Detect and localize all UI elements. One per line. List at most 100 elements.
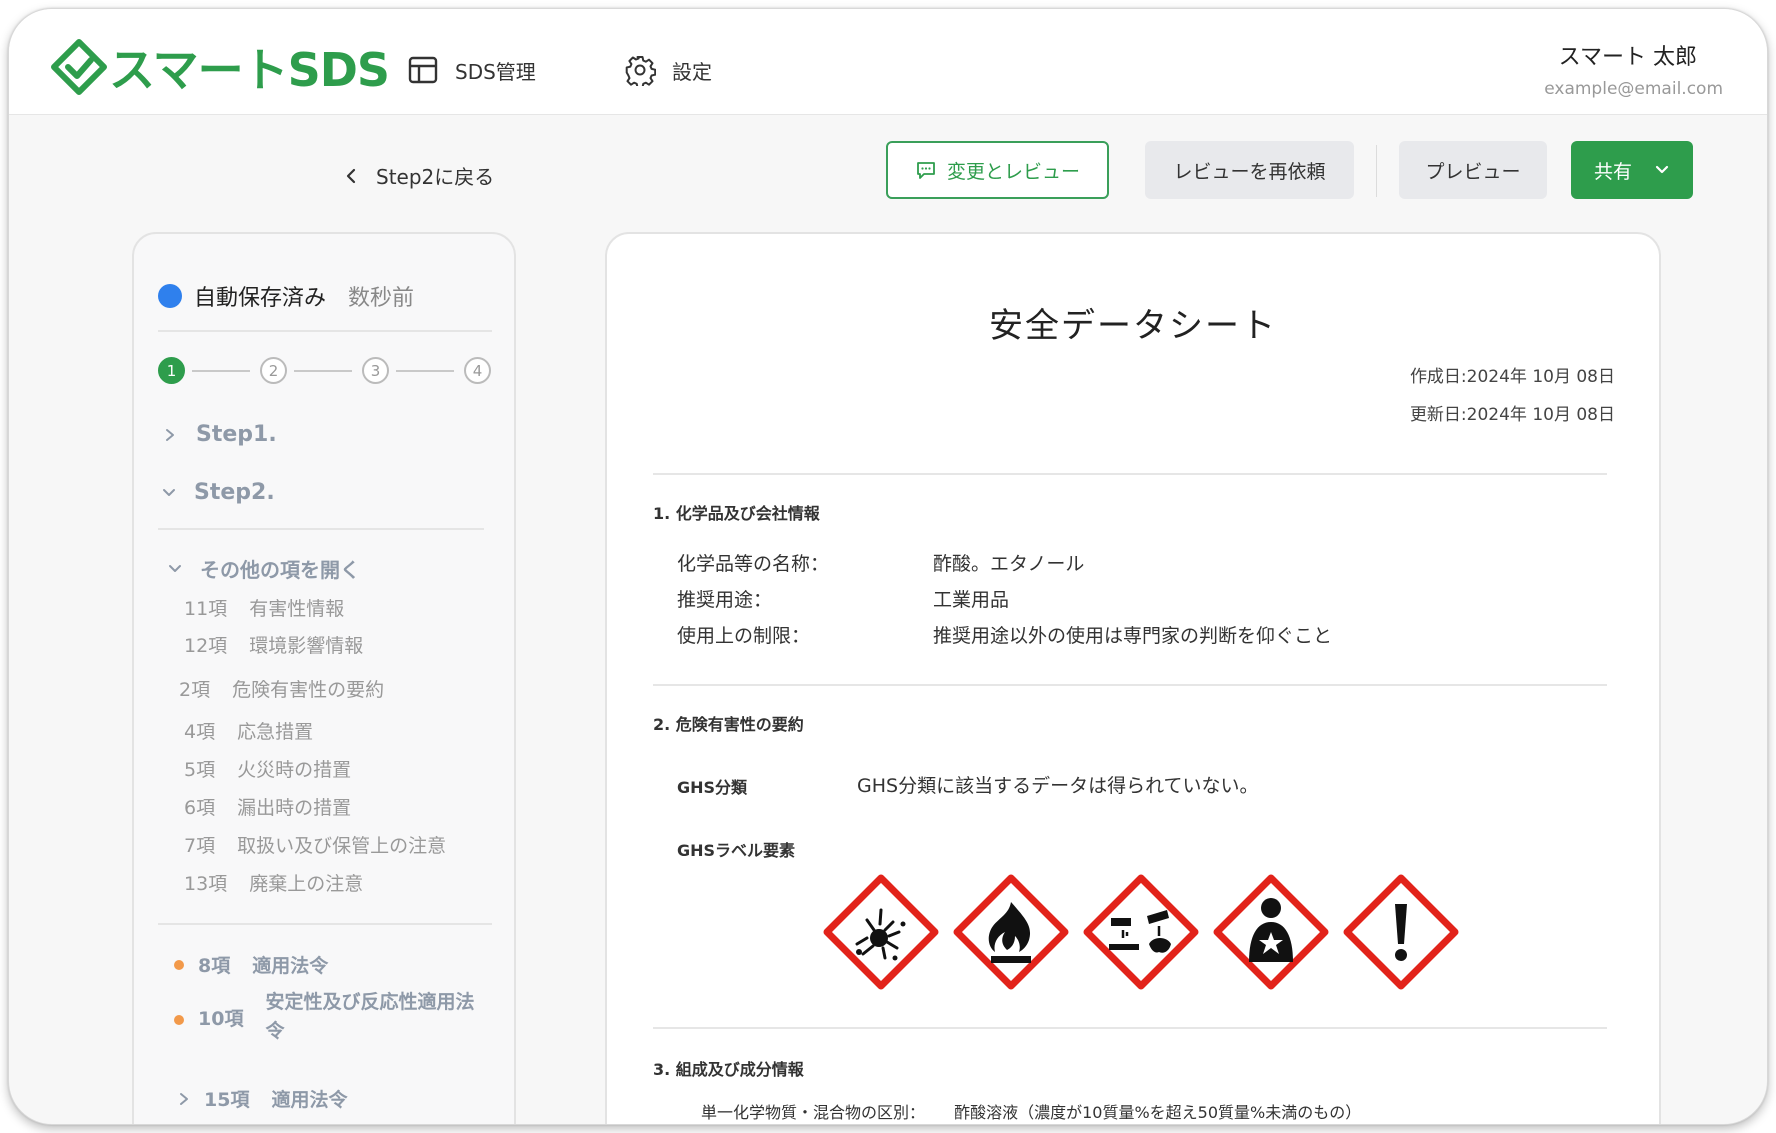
share-button[interactable]: 共有 <box>1571 141 1693 199</box>
sidebar-panel: 自動保存済み 数秒前 1 2 3 4 Step1. Step2. その他の項を開… <box>132 232 516 1124</box>
chevron-right-icon <box>180 1092 188 1105</box>
back-label: Step2に戻る <box>376 165 495 189</box>
substance-mixture-row: 単一化学物質・混合物の区別： 酢酸溶液（濃度が10質量%を超え50質量%未満のも… <box>701 1099 1361 1123</box>
section-number: 2項 <box>179 679 211 701</box>
sidebar-item-section-11[interactable]: 11項 有害性情報 <box>184 594 344 621</box>
sidebar-item-section-4[interactable]: 4項 応急措置 <box>184 717 313 744</box>
autosave-status: 自動保存済み 数秒前 <box>158 280 414 312</box>
nav-settings[interactable]: 設定 <box>624 53 712 87</box>
logo-text: スマートSDS <box>109 43 390 97</box>
section-number: 7項 <box>184 835 216 857</box>
chevron-down-icon <box>169 564 181 572</box>
back-to-step2-link[interactable]: Step2に戻る <box>344 161 494 190</box>
stepper: 1 2 3 4 <box>158 356 494 386</box>
section-number: 11項 <box>184 598 228 620</box>
sidebar-item-section-7[interactable]: 7項 取扱い及び保管上の注意 <box>184 831 446 858</box>
step-3-indicator[interactable]: 3 <box>362 357 389 384</box>
sidebar-step2-toggle[interactable]: Step2. <box>162 480 275 505</box>
section-label: 安定性及び反応性適用法令 <box>265 991 475 1042</box>
step-4-indicator[interactable]: 4 <box>464 357 491 384</box>
top-header: スマートSDS SDS管理 設定 スマート 太郎 example@email.c… <box>9 9 1767 115</box>
created-date: 作成日:2024年 10月 08日 <box>1409 367 1615 387</box>
section-label: 適用法令 <box>271 1089 348 1111</box>
sidebar-divider <box>158 330 492 332</box>
section-label: 危険有害性の要約 <box>232 679 385 701</box>
open-other-sections-toggle[interactable]: その他の項を開く <box>168 554 360 583</box>
section-label: 取扱い及び保管上の注意 <box>237 835 447 857</box>
section-number: 12項 <box>184 635 228 657</box>
health-hazard-icon <box>1213 874 1329 990</box>
chevron-left-icon <box>346 168 356 183</box>
sidebar-item-section-15[interactable]: 15項 適用法令 <box>178 1085 347 1112</box>
logo-diamond-icon <box>51 39 107 95</box>
section-2-title: 2. 危険有害性の要約 <box>653 715 804 734</box>
recommended-use-value[interactable]: 工業用品 <box>933 585 1009 612</box>
stepper-line <box>192 370 250 372</box>
flammable-icon <box>953 874 1069 990</box>
substance-mixture-value[interactable]: 酢酸溶液（濃度が10質量%を超え50質量%未満のもの） <box>954 1103 1361 1122</box>
section-divider <box>653 473 1607 475</box>
sidebar-divider <box>158 923 492 925</box>
ghs-label-elements-label: GHSラベル要素 <box>677 841 796 860</box>
ghs-class-value[interactable]: GHS分類に該当するデータは得られていない。 <box>857 771 1259 798</box>
sidebar-item-section-12[interactable]: 12項 環境影響情報 <box>184 631 363 658</box>
nav-settings-label: 設定 <box>672 59 712 84</box>
explosive-icon <box>823 874 939 990</box>
change-review-label: 変更とレビュー <box>946 160 1080 183</box>
use-restriction-label: 使用上の制限： <box>677 625 811 647</box>
corrosive-icon <box>1083 874 1199 990</box>
section-3-title: 3. 組成及び成分情報 <box>653 1060 804 1079</box>
section-label: 漏出時の措置 <box>237 797 352 819</box>
open-other-sections-label: その他の項を開く <box>200 558 360 582</box>
section-number: 4項 <box>184 721 216 743</box>
updated-date: 更新日:2024年 10月 08日 <box>1409 405 1615 425</box>
section-number: 15項 <box>204 1089 250 1111</box>
sidebar-item-section-13[interactable]: 13項 廃棄上の注意 <box>184 869 363 896</box>
bullet-dot-icon <box>174 959 184 970</box>
section-label: 環境影響情報 <box>249 635 364 657</box>
chevron-down-icon <box>163 488 175 496</box>
logo[interactable]: スマートSDS <box>51 39 390 97</box>
autosave-dot-icon <box>158 284 182 308</box>
change-review-button[interactable]: 変更とレビュー <box>886 141 1109 199</box>
autosave-time: 数秒前 <box>348 286 415 311</box>
section-number: 6項 <box>184 797 216 819</box>
chevron-down-icon <box>1655 165 1669 174</box>
section-number: 10項 <box>198 1008 244 1030</box>
chevron-right-icon <box>166 428 174 441</box>
user-name[interactable]: スマート 太郎 <box>1559 39 1697 71</box>
sidebar-item-section-10[interactable]: 10項 安定性及び反応性適用法令 <box>174 988 485 1046</box>
recommended-use-label: 推奨用途： <box>677 589 773 611</box>
document-title: 安全データシート <box>989 306 1277 346</box>
nav-sds-management[interactable]: SDS管理 <box>407 53 536 87</box>
sidebar-item-section-2[interactable]: 2項 危険有害性の要約 <box>179 675 384 702</box>
bullet-dot-icon <box>174 1015 184 1025</box>
button-divider <box>1376 145 1377 197</box>
exclamation-icon <box>1343 874 1459 990</box>
rerequest-review-button[interactable]: レビューを再依頼 <box>1145 141 1354 199</box>
ghs-class-label: GHS分類 <box>677 778 748 797</box>
sidebar-item-section-5[interactable]: 5項 火災時の措置 <box>184 755 351 782</box>
chemical-name-label: 化学品等の名称： <box>677 553 830 575</box>
user-email: example@email.com <box>1544 79 1723 99</box>
chemical-name-value[interactable]: 酢酸。エタノール <box>933 549 1084 576</box>
sidebar-step1-label: Step1. <box>196 422 277 447</box>
sds-document: 安全データシート 作成日:2024年 10月 08日 更新日:2024年 10月… <box>605 232 1661 1124</box>
section-number: 5項 <box>184 759 216 781</box>
sidebar-item-section-6[interactable]: 6項 漏出時の措置 <box>184 793 351 820</box>
section-number: 13項 <box>184 873 228 895</box>
section-divider <box>653 1027 1607 1029</box>
sidebar-item-section-8[interactable]: 8項 適用法令 <box>174 951 328 978</box>
chat-icon <box>917 162 935 179</box>
app-window: スマートSDS SDS管理 設定 スマート 太郎 example@email.c… <box>8 8 1768 1125</box>
autosave-label: 自動保存済み <box>194 286 327 311</box>
preview-button[interactable]: プレビュー <box>1399 141 1547 199</box>
step-1-indicator[interactable]: 1 <box>158 357 185 384</box>
section-label: 適用法令 <box>252 955 329 977</box>
substance-mixture-label: 単一化学物質・混合物の区別： <box>701 1103 926 1122</box>
use-restriction-value[interactable]: 推奨用途以外の使用は専門家の判断を仰ぐこと <box>933 621 1332 648</box>
step-2-indicator[interactable]: 2 <box>260 357 287 384</box>
share-label: 共有 <box>1593 160 1632 183</box>
gear-icon <box>625 56 656 86</box>
sidebar-step1-toggle[interactable]: Step1. <box>164 422 277 447</box>
